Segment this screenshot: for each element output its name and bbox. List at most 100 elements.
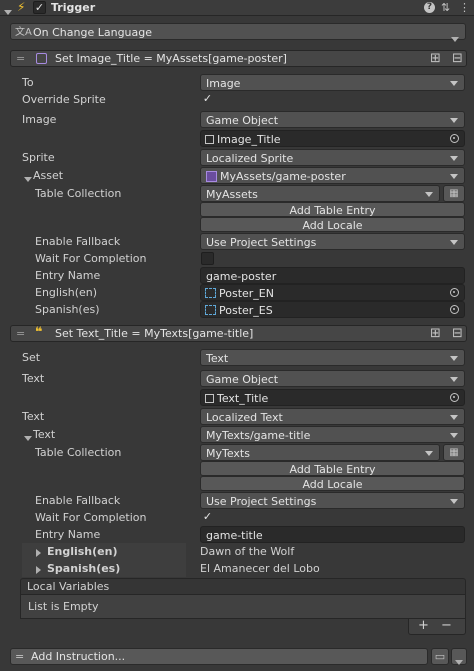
asset-dropdown[interactable]: MyAssets/game-poster: [200, 167, 465, 184]
text-mode-dropdown[interactable]: Game Object: [200, 370, 465, 387]
entry-name-label: Entry Name: [35, 528, 101, 541]
text-source-label: Text: [22, 410, 45, 423]
add-instruction-icon[interactable]: ⊞: [430, 326, 441, 341]
english-foldout-icon[interactable]: [36, 547, 41, 560]
help-icon[interactable]: ?: [424, 2, 435, 13]
localized-text-label: Text: [33, 428, 56, 441]
local-variables-header: Local Variables: [20, 578, 466, 595]
image-mode-dropdown[interactable]: Game Object: [200, 111, 465, 128]
enable-fallback-dropdown[interactable]: Use Project Settings: [200, 233, 465, 250]
override-sprite-label: Override Sprite: [22, 93, 106, 106]
instruction-header[interactable]: = Set Image_Title = MyAssets[game-poster…: [10, 50, 467, 67]
trigger-event-label: On Change Language: [33, 26, 153, 39]
add-instruction-icon[interactable]: ⊞: [430, 51, 441, 66]
spanish-row[interactable]: Spanish(es): [22, 560, 186, 577]
more-menu-icon[interactable]: ⋮: [459, 0, 470, 16]
add-variable-button[interactable]: +: [418, 619, 429, 633]
english-row[interactable]: English(en): [22, 543, 186, 560]
enable-fallback-dropdown[interactable]: Use Project Settings: [200, 492, 465, 509]
object-picker-icon[interactable]: [450, 305, 459, 314]
quote-icon: ❝: [35, 325, 43, 340]
list-footer: + −: [408, 619, 466, 635]
enable-fallback-label: Enable Fallback: [35, 494, 121, 507]
text-object-value: Text_Title: [217, 392, 269, 405]
enabled-checkbox[interactable]: ✓: [33, 1, 46, 14]
entry-name-input[interactable]: game-title: [200, 526, 465, 543]
component-title: Trigger: [51, 1, 96, 14]
localized-text-dropdown[interactable]: MyTexts/game-title: [200, 426, 465, 443]
table-collection-label: Table Collection: [35, 446, 122, 459]
table-collection-label: Table Collection: [35, 187, 122, 200]
image-label: Image: [22, 113, 57, 126]
table-collection-dropdown[interactable]: MyAssets: [200, 185, 440, 202]
preset-icon[interactable]: ⇅: [441, 0, 450, 16]
sprite-icon: [205, 288, 216, 298]
clipboard-icon[interactable]: ▭: [431, 648, 449, 665]
add-instruction-label: Add Instruction...: [31, 650, 126, 663]
wait-for-completion-checkbox[interactable]: [201, 252, 214, 265]
english-label: English(en): [35, 286, 98, 299]
table-collection-dropdown[interactable]: MyTexts: [200, 444, 440, 461]
spanish-foldout-icon[interactable]: [36, 564, 41, 577]
wait-for-completion-label: Wait For Completion: [35, 252, 147, 265]
wait-for-completion-checkbox[interactable]: ✓: [201, 511, 214, 524]
text-label: Text: [22, 372, 45, 385]
spanish-label: Spanish(es): [35, 303, 100, 316]
remove-variable-button[interactable]: −: [441, 619, 452, 633]
spanish-label: Spanish(es): [47, 562, 121, 575]
set-dropdown[interactable]: Text: [200, 349, 465, 366]
instruction-header[interactable]: = ❝ Set Text_Title = MyTexts[game-title]…: [10, 325, 467, 342]
gameobject-icon: [205, 135, 214, 144]
asset-foldout-icon[interactable]: [24, 172, 32, 185]
text-foldout-icon[interactable]: [24, 431, 32, 444]
enable-fallback-label: Enable Fallback: [35, 235, 121, 248]
sprite-label: Sprite: [22, 151, 55, 164]
asset-table-icon: [206, 171, 217, 182]
trigger-event-dropdown[interactable]: 文A On Change Language: [10, 23, 466, 42]
object-picker-icon[interactable]: [450, 134, 459, 143]
spanish-preview: El Amanecer del Lobo: [200, 562, 320, 575]
component-header: ⚡ ✓ Trigger ? ⇅ ⋮: [0, 0, 474, 16]
drag-handle-icon: =: [15, 650, 25, 663]
footer-dropdown-button[interactable]: [451, 648, 467, 665]
spanish-sprite-field[interactable]: Poster_ES: [200, 301, 465, 318]
instruction-menu-icon[interactable]: ⊟: [452, 326, 463, 341]
drag-handle-icon[interactable]: =: [16, 51, 25, 66]
translate-icon: 文A: [15, 27, 32, 38]
table-window-icon[interactable]: ▦: [443, 185, 465, 202]
instruction-title: Set Image_Title = MyAssets[game-poster]: [55, 52, 287, 65]
object-picker-icon[interactable]: [450, 393, 459, 402]
foldout-arrow-icon[interactable]: [4, 5, 12, 18]
wait-for-completion-label: Wait For Completion: [35, 511, 147, 524]
asset-value: MyAssets/game-poster: [220, 170, 346, 183]
sprite-dropdown[interactable]: Localized Sprite: [200, 149, 465, 166]
image-instruction-icon: [36, 53, 47, 64]
entry-name-input[interactable]: game-poster: [200, 267, 465, 284]
image-object-field[interactable]: Image_Title: [200, 130, 465, 147]
add-instruction-button[interactable]: = Add Instruction...: [10, 648, 428, 665]
english-label: English(en): [47, 545, 118, 558]
instruction-menu-icon[interactable]: ⊟: [452, 51, 463, 66]
override-sprite-checkbox[interactable]: ✓: [201, 93, 214, 106]
add-table-entry-button[interactable]: Add Table Entry: [200, 461, 465, 476]
table-window-icon[interactable]: ▦: [443, 444, 465, 461]
add-locale-button[interactable]: Add Locale: [200, 476, 465, 491]
english-sprite-value: Poster_EN: [219, 287, 274, 300]
spanish-sprite-value: Poster_ES: [219, 304, 273, 317]
english-sprite-field[interactable]: Poster_EN: [200, 284, 465, 301]
instruction-title: Set Text_Title = MyTexts[game-title]: [55, 327, 254, 340]
image-object-value: Image_Title: [217, 133, 281, 146]
drag-handle-icon[interactable]: =: [16, 326, 25, 341]
text-source-dropdown[interactable]: Localized Text: [200, 408, 465, 425]
add-locale-button[interactable]: Add Locale: [200, 217, 465, 232]
local-variables-list: List is Empty: [20, 595, 466, 619]
to-label: To: [22, 76, 34, 89]
english-preview: Dawn of the Wolf: [200, 545, 295, 558]
object-picker-icon[interactable]: [450, 288, 459, 297]
set-label: Set: [22, 351, 41, 364]
text-object-field[interactable]: Text_Title: [200, 389, 465, 406]
lightning-icon: ⚡: [17, 0, 26, 14]
to-dropdown[interactable]: Image: [200, 74, 465, 91]
sprite-icon: [205, 305, 216, 315]
add-table-entry-button[interactable]: Add Table Entry: [200, 202, 465, 217]
